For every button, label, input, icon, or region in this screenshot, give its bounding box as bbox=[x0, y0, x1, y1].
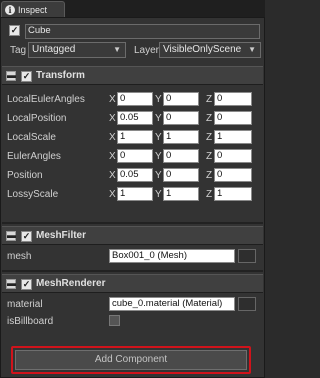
info-icon: i bbox=[5, 4, 15, 15]
transform-x-field[interactable]: 0 bbox=[117, 92, 153, 106]
transform-header[interactable]: ▬ ✓ Transform bbox=[2, 66, 263, 85]
billboard-label: isBillboard bbox=[7, 316, 54, 327]
chevron-down-icon: ▼ bbox=[113, 45, 121, 54]
transform-y-field[interactable]: 1 bbox=[163, 130, 199, 144]
transform-y-field[interactable]: 1 bbox=[163, 187, 199, 201]
axis-label-z: Z bbox=[206, 113, 213, 124]
transform-z-field[interactable]: 1 bbox=[214, 187, 252, 201]
axis-label-x: X bbox=[109, 189, 116, 200]
tag-select[interactable]: Untagged ▼ bbox=[28, 42, 126, 58]
axis-label-y: Y bbox=[155, 132, 162, 143]
material-label: material bbox=[7, 299, 43, 310]
axis-label-z: Z bbox=[206, 189, 213, 200]
meshrenderer-enabled-checkbox[interactable]: ✓ bbox=[21, 279, 32, 290]
object-name-field[interactable]: Cube bbox=[25, 24, 260, 39]
transform-row-label: LossyScale bbox=[7, 189, 59, 200]
meshfilter-enabled-checkbox[interactable]: ✓ bbox=[21, 231, 32, 242]
add-component-button[interactable]: Add Component bbox=[15, 350, 247, 370]
layer-select[interactable]: VisibleOnlyScene ▼ bbox=[159, 42, 261, 58]
layer-value: VisibleOnlyScene bbox=[163, 44, 242, 55]
meshfilter-header[interactable]: ▬ ✓ MeshFilter bbox=[2, 226, 263, 245]
axis-label-x: X bbox=[109, 170, 116, 181]
axis-label-x: X bbox=[109, 113, 116, 124]
axis-label-y: Y bbox=[155, 189, 162, 200]
add-component-highlight: Add Component bbox=[11, 346, 251, 374]
axis-label-x: X bbox=[109, 94, 116, 105]
transform-x-field[interactable]: 1 bbox=[117, 130, 153, 144]
collapse-icon[interactable]: ▬ bbox=[6, 231, 16, 241]
section-divider bbox=[2, 222, 263, 224]
mesh-picker-button[interactable] bbox=[238, 249, 256, 263]
transform-x-field[interactable]: 0.05 bbox=[117, 168, 153, 182]
transform-z-field[interactable]: 0 bbox=[214, 168, 252, 182]
transform-row-label: LocalEulerAngles bbox=[7, 94, 85, 105]
inspector-panel: ✓ Cube Tag Untagged ▼ Layer VisibleOnlyS… bbox=[0, 17, 265, 378]
material-field[interactable]: cube_0.material (Material) bbox=[109, 297, 235, 311]
axis-label-x: X bbox=[109, 151, 116, 162]
axis-label-y: Y bbox=[155, 170, 162, 181]
transform-row-label: LocalScale bbox=[7, 132, 56, 143]
axis-label-y: Y bbox=[155, 94, 162, 105]
mesh-label: mesh bbox=[7, 251, 32, 262]
transform-x-field[interactable]: 0 bbox=[117, 149, 153, 163]
meshfilter-title: MeshFilter bbox=[36, 230, 87, 241]
tag-label: Tag bbox=[10, 45, 27, 56]
transform-z-field[interactable]: 1 bbox=[214, 130, 252, 144]
active-checkbox[interactable]: ✓ bbox=[9, 25, 20, 36]
transform-z-field[interactable]: 0 bbox=[214, 149, 252, 163]
axis-label-y: Y bbox=[155, 151, 162, 162]
transform-z-field[interactable]: 0 bbox=[214, 92, 252, 106]
axis-label-x: X bbox=[109, 132, 116, 143]
tab-label: Inspect bbox=[18, 4, 48, 15]
transform-y-field[interactable]: 0 bbox=[163, 92, 199, 106]
transform-row-label: LocalPosition bbox=[7, 113, 67, 124]
transform-z-field[interactable]: 0 bbox=[214, 111, 252, 125]
transform-y-field[interactable]: 0 bbox=[163, 111, 199, 125]
transform-title: Transform bbox=[36, 70, 85, 81]
section-divider bbox=[2, 270, 263, 272]
layer-label: Layer bbox=[134, 45, 160, 56]
material-picker-button[interactable] bbox=[238, 297, 256, 311]
axis-label-z: Z bbox=[206, 151, 213, 162]
chevron-down-icon: ▼ bbox=[248, 45, 256, 54]
mesh-field[interactable]: Box001_0 (Mesh) bbox=[109, 249, 235, 263]
transform-x-field[interactable]: 0.05 bbox=[117, 111, 153, 125]
transform-enabled-checkbox[interactable]: ✓ bbox=[21, 71, 32, 82]
transform-y-field[interactable]: 0 bbox=[163, 149, 199, 163]
transform-row-label: Position bbox=[7, 170, 43, 181]
axis-label-z: Z bbox=[206, 132, 213, 143]
transform-x-field[interactable]: 1 bbox=[117, 187, 153, 201]
collapse-icon[interactable]: ▬ bbox=[6, 279, 16, 289]
axis-label-z: Z bbox=[206, 170, 213, 181]
axis-label-y: Y bbox=[155, 113, 162, 124]
tab-bar: i Inspect bbox=[0, 0, 265, 17]
billboard-checkbox[interactable] bbox=[109, 315, 120, 326]
axis-label-z: Z bbox=[206, 94, 213, 105]
transform-row-label: EulerAngles bbox=[7, 151, 61, 162]
meshrenderer-title: MeshRenderer bbox=[36, 278, 106, 289]
collapse-icon[interactable]: ▬ bbox=[6, 71, 16, 81]
tab-inspect[interactable]: i Inspect bbox=[1, 1, 65, 17]
transform-y-field[interactable]: 0 bbox=[163, 168, 199, 182]
meshrenderer-header[interactable]: ▬ ✓ MeshRenderer bbox=[2, 274, 263, 293]
tag-value: Untagged bbox=[32, 44, 76, 55]
